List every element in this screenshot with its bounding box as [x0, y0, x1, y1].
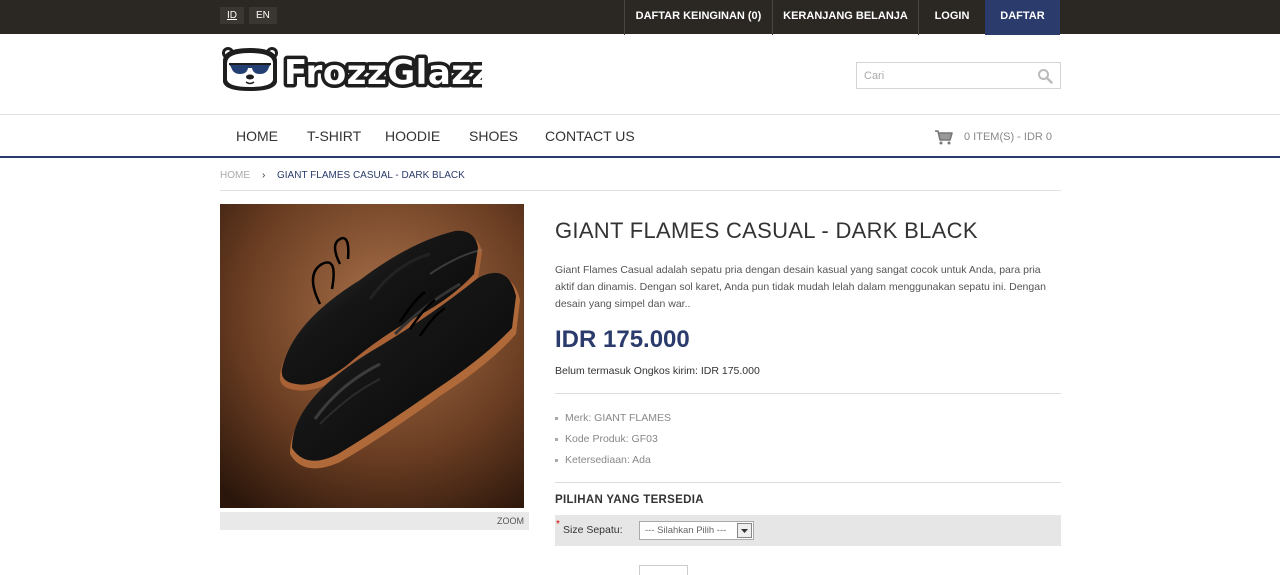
nav-divider-bottom	[0, 156, 1280, 158]
shopping-cart-link[interactable]: KERANJANG BELANJA	[772, 0, 918, 35]
spec-availability-text: Ketersediaan: Ada	[565, 454, 651, 466]
language-id-link[interactable]: ID	[220, 7, 244, 24]
size-option-row: * Size Sepatu: --- Silahkan Pilih ---	[555, 515, 1061, 546]
product-title: GIANT FLAMES CASUAL - DARK BLACK	[555, 218, 978, 243]
spec-availability: Ketersediaan: Ada	[555, 454, 651, 466]
zoom-label[interactable]: ZOOM	[497, 516, 524, 526]
search-box	[856, 62, 1061, 89]
spec-brand-text[interactable]: Merk: GIANT FLAMES	[565, 412, 671, 424]
search-input[interactable]	[857, 63, 1027, 88]
options-title: PILIHAN YANG TERSEDIA	[555, 494, 704, 506]
breadcrumb-current[interactable]: GIANT FLAMES CASUAL - DARK BLACK	[277, 170, 465, 181]
nav-item-contact-us[interactable]: CONTACT US	[545, 128, 635, 144]
info-divider	[555, 393, 1061, 394]
breadcrumb-home[interactable]: HOME	[220, 170, 250, 181]
breadcrumb-divider	[220, 190, 1061, 191]
bullet-icon	[555, 458, 558, 462]
login-link[interactable]: LOGIN	[918, 0, 985, 35]
polar-bear-logo-icon: FrozzGlazz	[222, 47, 495, 97]
quantity-input[interactable]	[639, 565, 688, 575]
nav-divider-top	[0, 114, 1280, 115]
spec-product-code: Kode Produk: GF03	[555, 433, 658, 445]
zoom-bar[interactable]: ZOOM	[220, 512, 529, 530]
wishlist-link[interactable]: DAFTAR KEINGINAN (0)	[624, 0, 772, 35]
size-select-value: --- Silahkan Pilih ---	[645, 525, 727, 536]
logo-wordmark: FrozzGlazz	[284, 53, 482, 93]
cart-summary[interactable]: 0 ITEM(S) - IDR 0	[964, 131, 1052, 143]
required-mark: *	[556, 519, 560, 530]
cart-icon[interactable]	[935, 130, 953, 145]
product-image[interactable]	[220, 204, 524, 508]
nav-item-tshirt[interactable]: T-SHIRT	[307, 128, 361, 144]
nav-item-home[interactable]: HOME	[236, 128, 278, 144]
size-select[interactable]: --- Silahkan Pilih ---	[639, 521, 754, 540]
bullet-icon	[555, 416, 558, 420]
language-en-link[interactable]: EN	[249, 7, 277, 24]
nav-item-hoodie[interactable]: HOODIE	[385, 128, 440, 144]
search-icon[interactable]	[1037, 68, 1053, 84]
size-label: Size Sepatu:	[563, 524, 623, 536]
site-logo[interactable]: FrozzGlazz	[220, 44, 495, 97]
options-divider	[555, 482, 1061, 483]
spec-code-text: Kode Produk: GF03	[565, 433, 658, 445]
spec-brand: Merk: GIANT FLAMES	[555, 412, 671, 424]
register-link[interactable]: DAFTAR	[985, 0, 1060, 35]
product-description: Giant Flames Casual adalah sepatu pria d…	[555, 264, 1046, 310]
shoes-photo	[220, 204, 524, 508]
bullet-icon	[555, 437, 558, 441]
product-price: IDR 175.000	[555, 326, 690, 353]
nav-item-shoes[interactable]: SHOES	[469, 128, 518, 144]
shipping-note: Belum termasuk Ongkos kirim: IDR 175.000	[555, 365, 760, 377]
breadcrumb-chevron-icon: ›	[262, 170, 266, 181]
chevron-down-icon[interactable]	[737, 523, 752, 538]
